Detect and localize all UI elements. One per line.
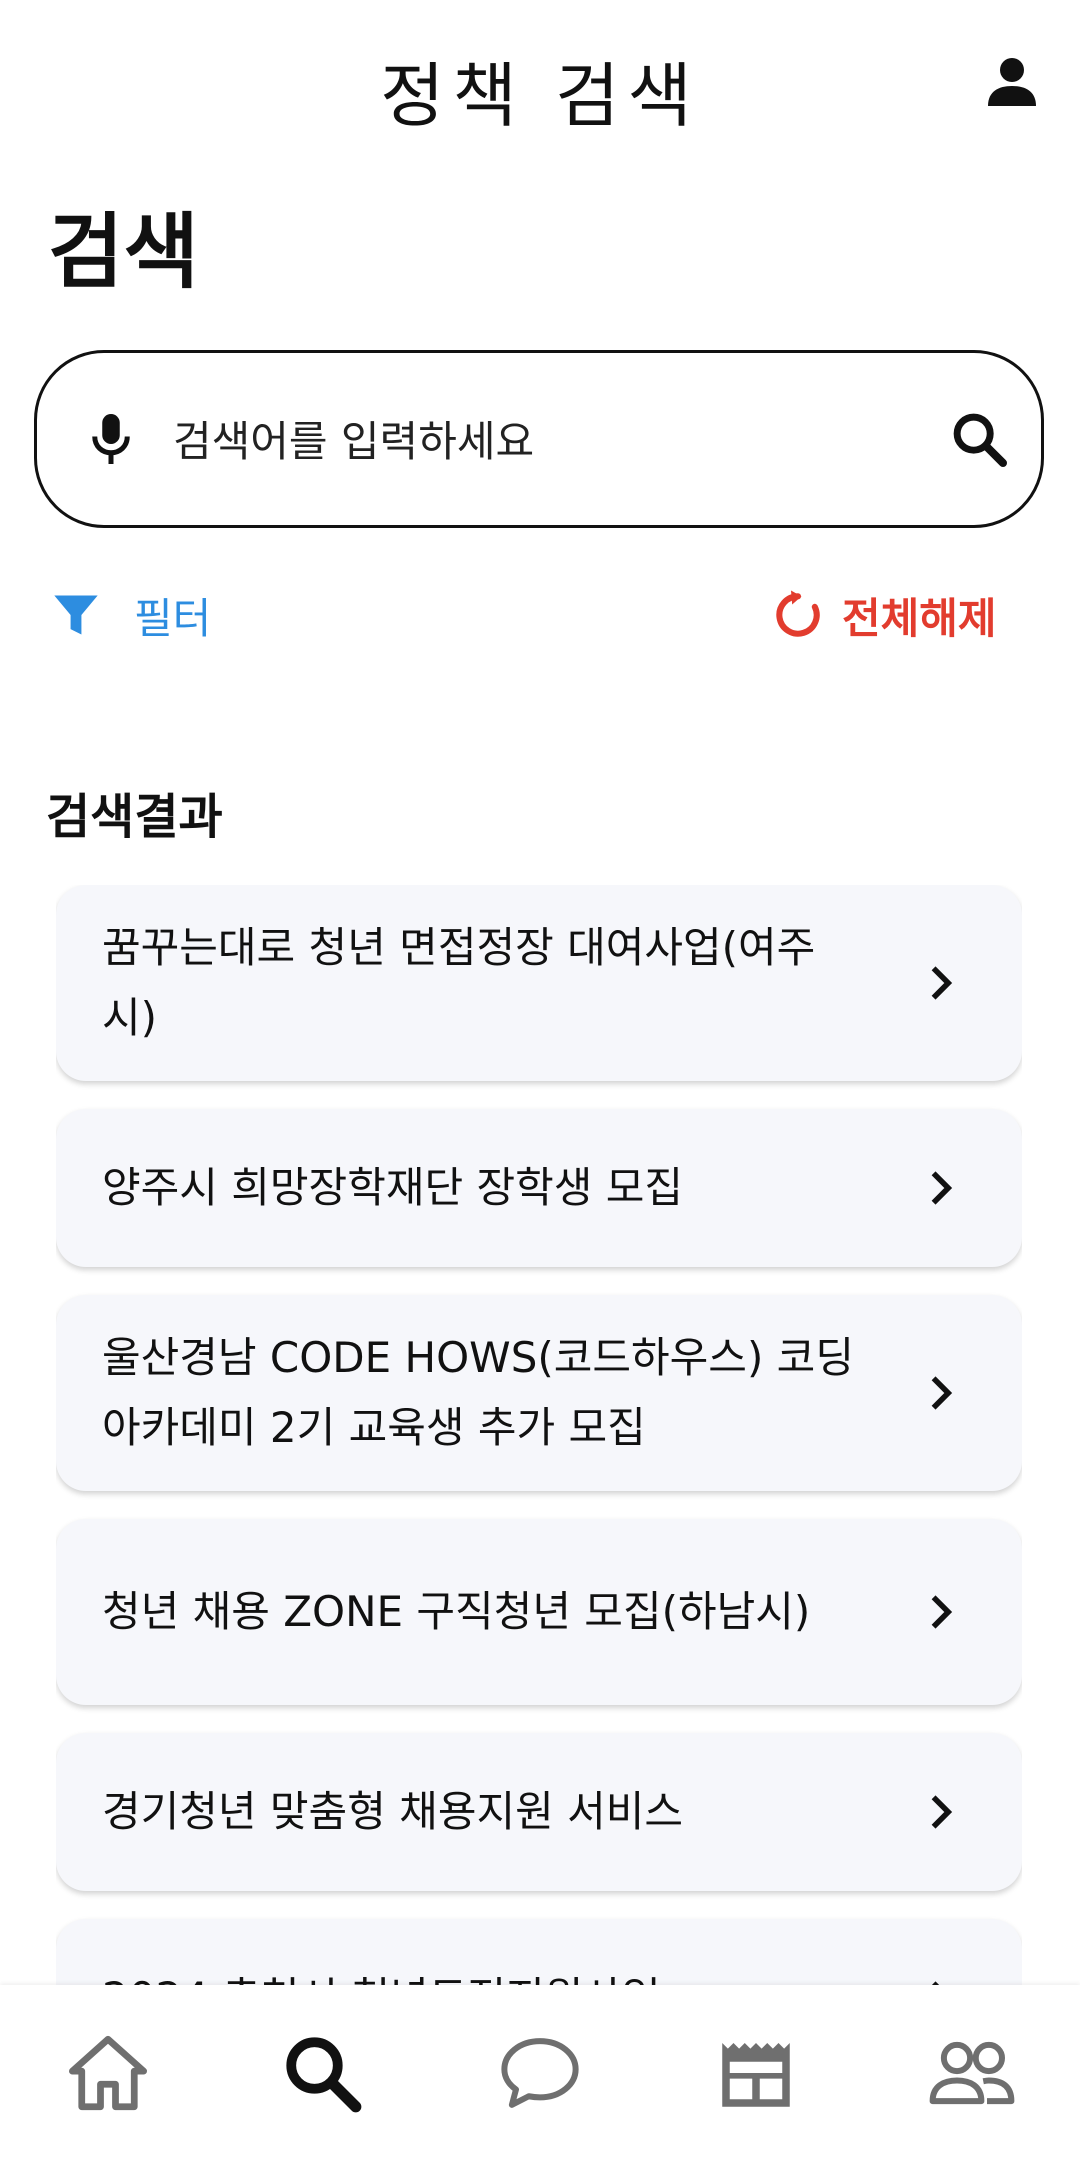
refresh-icon [776,590,820,637]
top-app-bar: 정책 검색 [0,0,1080,170]
chevron-right-icon [931,1376,953,1410]
chat-bubble-icon [501,2038,579,2108]
search-icon [286,2037,362,2113]
community-icon [929,2041,1015,2105]
app-title: 정책 검색 [380,55,700,137]
chevron-right-icon [931,966,953,1000]
reset-all-label: 전체해제 [842,593,997,643]
result-card[interactable]: 경기청년 맞춤형 채용지원 서비스 [56,1733,1022,1891]
voice-search-button[interactable] [81,409,141,469]
result-title: 청년 채용 ZONE 구직청년 모집(하남시) [102,1587,811,1636]
chevron-right-icon [931,1595,953,1629]
result-title: 2024 춘천시 청년도전지원사업 [102,1963,918,1985]
chevron-right-icon [931,1171,953,1205]
nav-chat[interactable] [490,2023,590,2123]
person-icon [988,58,1036,106]
result-title: 꿈꾸는대로 청년 면접정장 대여사업(여주시) [102,923,816,1042]
search-icon [953,413,1007,467]
result-card[interactable]: 꿈꾸는대로 청년 면접정장 대여사업(여주시) [56,885,1022,1081]
search-bar [34,350,1044,528]
chevron-right-icon [931,1981,940,1985]
search-submit-button[interactable] [947,407,1011,471]
results-list: 꿈꾸는대로 청년 면접정장 대여사업(여주시) 양주시 희망장학재단 장학생 모… [56,885,1022,1985]
result-card[interactable]: 2024 춘천시 청년도전지원사업 [56,1919,1022,1985]
filter-label: 필터 [134,593,212,643]
home-icon [69,2035,147,2111]
result-card[interactable]: 울산경남 CODE HOWS(코드하우스) 코딩아카데미 2기 교육생 추가 모… [56,1295,1022,1491]
page-title: 검색 [48,205,199,300]
newspaper-icon [722,2043,790,2107]
result-card[interactable]: 청년 채용 ZONE 구직청년 모집(하남시) [56,1519,1022,1705]
nav-community[interactable] [922,2023,1022,2123]
search-input[interactable] [173,401,933,481]
result-title: 양주시 희망장학재단 장학생 모집 [102,1163,684,1212]
reset-all-button[interactable]: 전체해제 [770,585,997,645]
microphone-icon [92,414,130,464]
nav-home[interactable] [58,2023,158,2123]
funnel-icon [54,595,98,635]
results-heading: 검색결과 [46,789,223,845]
app-screen: 정책 검색 검색 필터 [0,0,1080,2173]
result-card[interactable]: 양주시 희망장학재단 장학생 모집 [56,1109,1022,1267]
result-title: 울산경남 CODE HOWS(코드하우스) 코딩아카데미 2기 교육생 추가 모… [102,1333,854,1452]
result-title: 경기청년 맞춤형 채용지원 서비스 [102,1787,684,1836]
nav-news[interactable] [706,2023,806,2123]
chevron-right-icon [931,1795,953,1829]
profile-button[interactable] [980,50,1044,114]
nav-search[interactable] [272,2023,372,2123]
filter-button[interactable]: 필터 [50,585,211,645]
bottom-navigation [0,1985,1080,2173]
